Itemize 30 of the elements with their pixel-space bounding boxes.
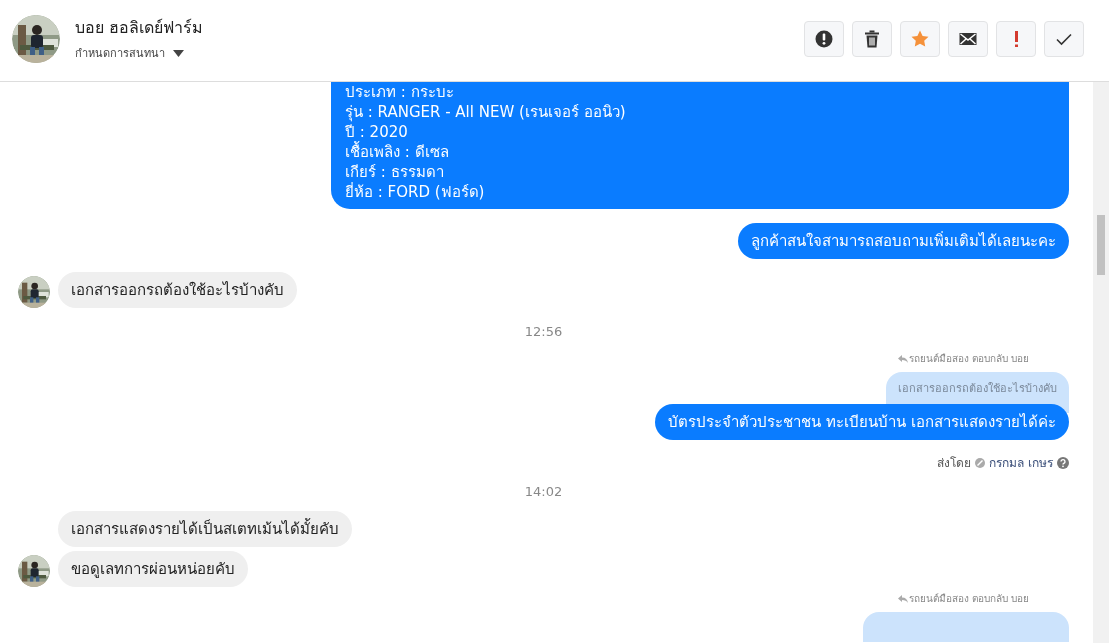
envelope-button[interactable] (948, 20, 988, 57)
conversation-dropdown[interactable]: กำหนดการสนทนา (75, 44, 204, 62)
star-icon (911, 29, 929, 48)
contact-name: บอย ฮอลิเดย์ฟาร์ม (75, 17, 204, 39)
timestamp: 14:02 (523, 484, 564, 499)
message-bubble: เอกสารแสดงรายได้เป็นสเตทเม้นได้มั้ยคับ (58, 511, 352, 547)
reply-icon (897, 354, 908, 363)
scrollbar[interactable] (1093, 82, 1109, 643)
reply-label: รถยนต์มือสอง ตอบกลับ บอย (908, 592, 1029, 606)
exclamation-icon (1014, 30, 1018, 47)
message-bubble: ประเภท : กระบะ รุ่น : RANGER - All NEW (เรนเจอร์ ออนิว) ปี : 2020 เชื้อเพลิง : ดีเซล เกียร์ : ธรรมดา ยี่ห้อ : FORD (ฟอร์ด) (331, 82, 1069, 209)
caret-icon (173, 49, 184, 57)
reply-icon (897, 594, 908, 603)
exclamation-button[interactable] (996, 20, 1036, 57)
alert-icon (815, 29, 833, 48)
message-bubble: เอกสารออกรถต้องใช้อะไรบ้างคับ (58, 272, 297, 308)
sender-name[interactable]: กรกมล เกษร (989, 453, 1053, 472)
message-bubble: ลูกค้าสนใจสามารถสอบถามเพิ่มเติมได้เลยนะคะ (738, 223, 1069, 259)
message-bubble: บัตรประจำตัวประชาชน ทะเบียนบ้าน เอกสารแสดงรายได้ค่ะ (655, 404, 1069, 440)
message-bubble: ขอดูเลทการผ่อนหน่อยคับ (58, 551, 248, 587)
sent-by-label: ส่งโดย (937, 455, 972, 472)
reply-label: รถยนต์มือสอง ตอบกลับ บอย (908, 352, 1029, 366)
agent-icon (975, 457, 986, 468)
checkmark-button[interactable] (1044, 20, 1084, 57)
timestamp: 12:56 (523, 324, 564, 339)
trash-button[interactable] (852, 20, 892, 57)
alert-button[interactable] (804, 20, 844, 57)
help-icon (1057, 456, 1069, 469)
star-button[interactable] (900, 20, 940, 57)
trash-icon (863, 29, 881, 48)
